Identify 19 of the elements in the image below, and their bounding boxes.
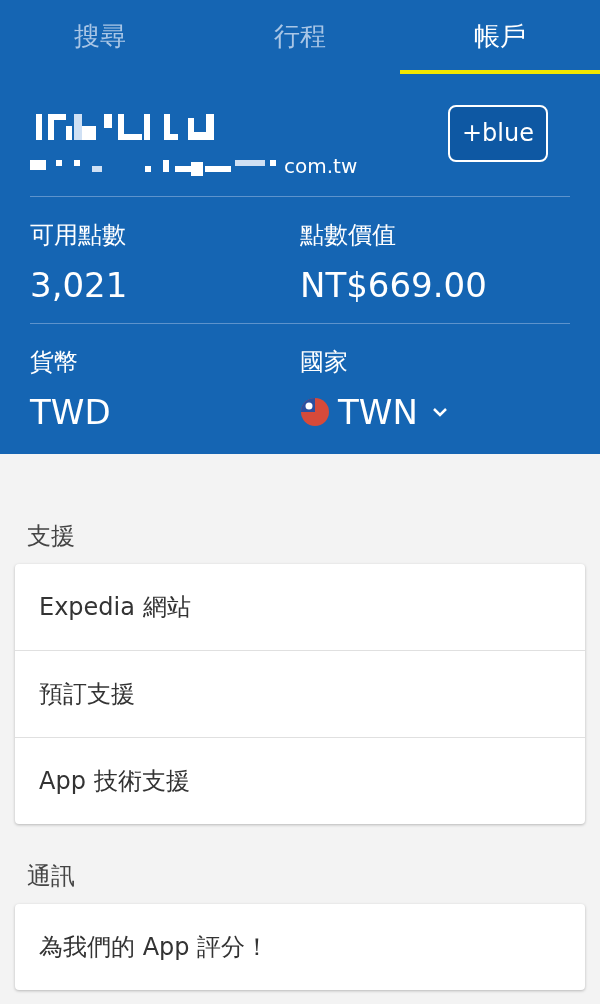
stat-label: 可用點數 [30, 220, 127, 251]
chevron-down-icon [431, 407, 448, 417]
list-item[interactable]: 預訂支援 [15, 651, 585, 738]
list-item[interactable]: 為我們的 App 評分！ [15, 904, 585, 990]
stat-label: 國家 [300, 347, 349, 378]
stat-value: 3,021 [30, 265, 129, 305]
section-title: 通訊 [27, 861, 76, 892]
flag-icon [300, 397, 330, 427]
country-selector[interactable]: TWN [300, 392, 570, 432]
section-title: 支援 [27, 521, 76, 552]
stat-label: 點數價值 [300, 220, 397, 251]
stat-label: 貨幣 [30, 347, 79, 378]
list-item[interactable]: Expedia 網站 [15, 564, 585, 651]
stat-value: NT$669.00 [300, 265, 488, 305]
list-item[interactable]: App 技術支援 [15, 738, 585, 824]
email-text: com.tw [284, 156, 358, 176]
plan-button[interactable]: +blue [448, 104, 548, 162]
tab[interactable]: 帳戶 [400, 0, 600, 74]
stat-value: TWD [30, 392, 112, 432]
